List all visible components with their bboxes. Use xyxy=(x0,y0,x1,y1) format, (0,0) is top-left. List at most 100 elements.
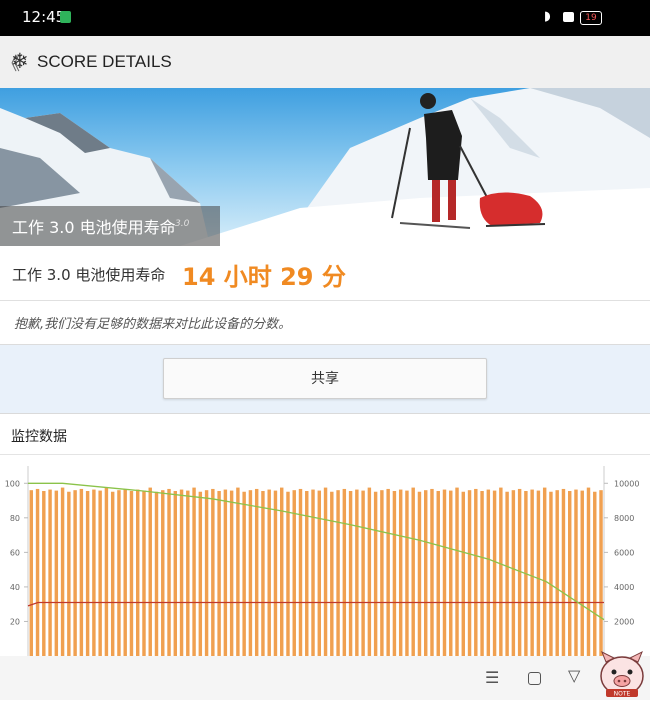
hero-version: 3.0 xyxy=(175,219,190,229)
chart-bar xyxy=(536,490,541,656)
notification-icon xyxy=(60,11,71,23)
right-tick-label: 8000 xyxy=(614,514,634,523)
chart-bar xyxy=(142,490,146,656)
chart-bar xyxy=(35,488,40,656)
chart-bar xyxy=(42,491,46,656)
chart-bar xyxy=(373,491,378,656)
chart-bar xyxy=(267,489,271,656)
wifi-icon: ◗ xyxy=(544,9,551,24)
chart-bar xyxy=(367,487,372,656)
back-triangle-icon[interactable]: ▽ xyxy=(568,666,580,685)
chart-bar xyxy=(517,488,522,656)
chart-bar xyxy=(161,490,165,656)
chart-bar xyxy=(455,487,459,656)
chart-bar xyxy=(280,487,284,656)
chart-bar xyxy=(461,491,466,656)
chart-bar xyxy=(292,490,296,656)
chart-bar xyxy=(192,487,196,656)
chart-bar xyxy=(449,490,453,656)
result-label: 工作 3.0 电池使用寿命 xyxy=(12,266,166,284)
chart-bar xyxy=(123,488,127,656)
right-tick-label: 2000 xyxy=(614,617,634,626)
chart-bar xyxy=(555,490,559,656)
chart-bar xyxy=(236,487,240,656)
right-tick-label: 4000 xyxy=(614,583,634,592)
left-tick-label: 60 xyxy=(10,548,20,557)
hero-test-name: 工作 3.0 电池使用寿命 xyxy=(12,218,176,237)
chart-bar xyxy=(542,487,547,656)
hero-title-band: 工作 3.0 电池使用寿命 3.0 xyxy=(0,206,220,246)
chart-bar xyxy=(480,491,484,656)
sim-icon xyxy=(563,12,574,22)
chart-bar xyxy=(511,490,516,656)
chart-bar xyxy=(54,490,59,656)
chart-bar xyxy=(568,491,572,656)
chart-bar xyxy=(405,490,409,656)
chart-bar xyxy=(436,491,440,656)
chart-bar xyxy=(261,491,265,656)
pig-mascot-icon: NOTE xyxy=(600,650,644,698)
chart-bar xyxy=(242,491,246,656)
chart-bar xyxy=(98,490,102,656)
chart-bar xyxy=(154,491,159,656)
chart-bar xyxy=(60,487,65,656)
chart-bar xyxy=(348,491,353,656)
chart-bar xyxy=(254,488,259,656)
result-row: 工作 3.0 电池使用寿命 14 小时 29 分 xyxy=(0,246,650,301)
chart-bar xyxy=(136,489,140,656)
monitoring-title: 监控数据 xyxy=(11,429,67,445)
chart-bar xyxy=(186,490,190,656)
monitoring-chart: 100 80 60 40 20 10000 8000 6000 4000 2000 xyxy=(5,466,639,658)
chart-bar xyxy=(223,489,228,656)
chart-bar xyxy=(424,490,428,656)
chart-bar xyxy=(317,490,322,656)
chart-bar xyxy=(229,490,234,656)
chart-bar xyxy=(29,490,34,656)
home-icon[interactable] xyxy=(528,672,541,685)
chart-bar xyxy=(323,487,328,656)
chart-bar xyxy=(411,487,415,656)
menu-icon[interactable]: ☰ xyxy=(485,668,499,687)
share-button[interactable]: 共享 xyxy=(163,358,487,399)
left-tick-label: 20 xyxy=(10,617,20,626)
chart-bar xyxy=(73,490,77,656)
left-tick-label: 100 xyxy=(5,479,20,488)
chart-bar xyxy=(486,489,491,656)
chart-bar xyxy=(474,488,478,656)
chart-bar xyxy=(574,489,578,656)
chart-bar xyxy=(530,489,534,656)
chart-bar xyxy=(92,489,96,656)
hero-banner: 工作 3.0 电池使用寿命 3.0 xyxy=(0,88,650,246)
notice-text: 抱歉,我们没有足够的数据来对比此设备的分数。 xyxy=(14,317,292,332)
chart-bar xyxy=(85,491,90,656)
chart-bar xyxy=(173,491,178,656)
chart-bar xyxy=(330,491,334,656)
battery-icon: 19 xyxy=(580,11,602,25)
chart-bar xyxy=(204,490,209,656)
chart-bar xyxy=(586,487,591,656)
chart-bar xyxy=(499,487,503,656)
chart-bar xyxy=(549,491,553,656)
mascot-text: NOTE xyxy=(614,691,631,698)
chart-bar xyxy=(386,488,390,656)
snowflake-logo-icon[interactable]: ❄ xyxy=(11,49,29,73)
chart-bar xyxy=(110,491,115,656)
chart-bar xyxy=(398,489,403,656)
chart-bar xyxy=(580,490,584,656)
chart-bar xyxy=(599,490,603,656)
chart-bar xyxy=(417,491,422,656)
chart-bar xyxy=(380,490,384,656)
chart-bar xyxy=(355,489,359,656)
chart-bar xyxy=(79,488,84,656)
left-tick-label: 80 xyxy=(10,514,20,523)
chart-bar xyxy=(342,488,347,656)
chart-bar xyxy=(311,489,315,656)
status-bar: 12:45 ◗ 19 xyxy=(0,0,650,36)
chart-bar xyxy=(198,491,203,656)
chart-bar xyxy=(129,491,134,656)
chart-bar xyxy=(179,489,184,656)
left-tick-label: 40 xyxy=(10,583,20,592)
chart-bar xyxy=(248,490,253,656)
chart-bar xyxy=(167,488,171,656)
right-tick-label: 6000 xyxy=(614,548,634,557)
